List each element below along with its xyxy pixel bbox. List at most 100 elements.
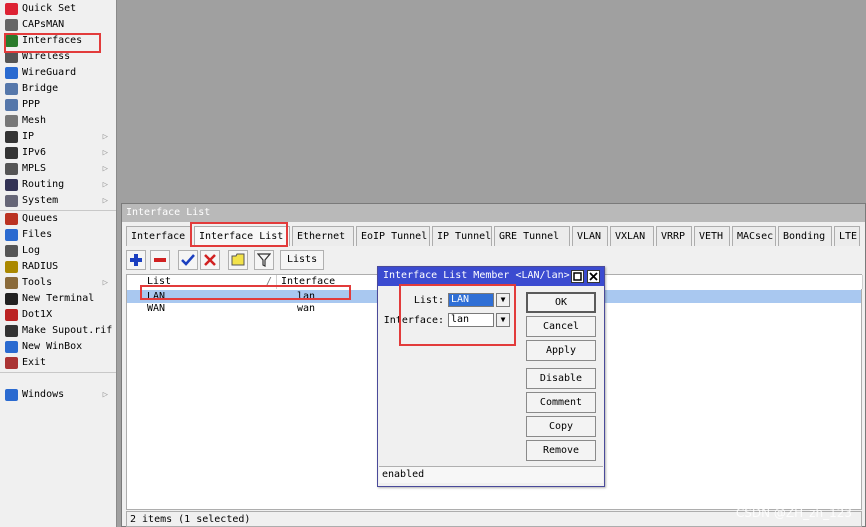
sidebar-item-label: Log bbox=[22, 245, 41, 256]
enable-button[interactable] bbox=[178, 250, 198, 270]
sidebar-separator bbox=[0, 372, 116, 373]
submenu-arrow-icon: ▷ bbox=[102, 164, 108, 174]
sidebar-item-capsman[interactable]: CAPsMAN bbox=[0, 17, 116, 33]
sidebar-item-system[interactable]: System ▷ bbox=[0, 193, 116, 209]
copy-button[interactable]: Copy bbox=[526, 416, 596, 437]
tab-macsec[interactable]: MACsec bbox=[732, 226, 776, 246]
sidebar-menu: Quick Set CAPsMAN Interfaces Wireless WireGu… bbox=[0, 0, 117, 527]
add-icon bbox=[130, 254, 142, 266]
disable-button[interactable] bbox=[200, 250, 220, 270]
log-icon bbox=[5, 245, 18, 257]
apply-button[interactable]: Apply bbox=[526, 340, 596, 361]
comment-icon bbox=[231, 253, 245, 266]
sidebar-item-dot1x[interactable]: Dot1X bbox=[0, 307, 116, 323]
list-dropdown-button[interactable]: ▼ bbox=[496, 293, 510, 307]
sidebar-item-log[interactable]: Log bbox=[0, 243, 116, 259]
wireguard-icon bbox=[5, 67, 18, 79]
sidebar-item-label: RADIUS bbox=[22, 261, 59, 272]
chevron-down-icon: ▼ bbox=[500, 295, 506, 304]
comment-button[interactable]: Comment bbox=[526, 392, 596, 413]
sidebar-item-ip[interactable]: IP ▷ bbox=[0, 129, 116, 145]
sidebar-item-mpls[interactable]: MPLS ▷ bbox=[0, 161, 116, 177]
interface-dropdown-button[interactable]: ▼ bbox=[496, 313, 510, 327]
remove-button[interactable] bbox=[150, 250, 170, 270]
tab-vrrp[interactable]: VRRP bbox=[656, 226, 692, 246]
sidebar-item-label: WireGuard bbox=[22, 67, 77, 78]
sidebar-item-make-supout-rif[interactable]: Make Supout.rif bbox=[0, 323, 116, 339]
sidebar-item-label: MPLS bbox=[22, 163, 47, 174]
submenu-arrow-icon: ▷ bbox=[102, 148, 108, 158]
tab-lte[interactable]: LTE bbox=[834, 226, 860, 246]
sidebar-item-label: Files bbox=[22, 229, 53, 240]
bridge-icon bbox=[5, 83, 18, 95]
sidebar-item-label: Exit bbox=[22, 357, 47, 368]
filter-icon bbox=[257, 253, 271, 267]
ppp-icon bbox=[5, 99, 18, 111]
column-header-list[interactable]: List / bbox=[143, 275, 277, 289]
sidebar-item-tools[interactable]: Tools ▷ bbox=[0, 275, 116, 291]
sidebar-item-mesh[interactable]: Mesh bbox=[0, 113, 116, 129]
disable-x-icon bbox=[204, 254, 216, 266]
windows-icon bbox=[5, 389, 18, 401]
close-button[interactable] bbox=[587, 270, 600, 283]
sidebar-item-exit[interactable]: Exit bbox=[0, 355, 116, 371]
tab-interface-list[interactable]: Interface List bbox=[194, 226, 290, 246]
dialog-status-bar: enabled bbox=[379, 466, 603, 483]
lists-button[interactable]: Lists bbox=[280, 250, 325, 270]
ip-icon bbox=[5, 131, 18, 143]
sidebar-item-wireguard[interactable]: WireGuard bbox=[0, 65, 116, 81]
remove-button[interactable]: Remove bbox=[526, 440, 596, 461]
sidebar-item-new-terminal[interactable]: New Terminal bbox=[0, 291, 116, 307]
tab-veth[interactable]: VETH bbox=[694, 226, 730, 246]
sidebar-item-label: CAPsMAN bbox=[22, 19, 65, 30]
window-title[interactable]: Interface List bbox=[122, 204, 865, 222]
comment-button[interactable] bbox=[228, 250, 248, 270]
tools-icon bbox=[5, 277, 18, 289]
submenu-arrow-icon: ▷ bbox=[102, 180, 108, 190]
tab-gre-tunnel[interactable]: GRE Tunnel bbox=[494, 226, 570, 246]
supout-icon bbox=[5, 325, 18, 337]
interface-list-member-dialog: Interface List Member <LAN/lan> List: LA… bbox=[377, 266, 605, 487]
tab-ip-tunnel[interactable]: IP Tunnel bbox=[432, 226, 492, 246]
tab-interface[interactable]: Interface bbox=[126, 226, 192, 246]
sidebar-item-ipv6[interactable]: IPv6 ▷ bbox=[0, 145, 116, 161]
sidebar-item-label: Mesh bbox=[22, 115, 47, 126]
sidebar-item-routing[interactable]: Routing ▷ bbox=[0, 177, 116, 193]
ok-button[interactable]: OK bbox=[526, 292, 596, 313]
list-select[interactable]: LAN bbox=[448, 293, 494, 307]
sidebar-item-radius[interactable]: RADIUS bbox=[0, 259, 116, 275]
filter-button[interactable] bbox=[254, 250, 274, 270]
tab-vlan[interactable]: VLAN bbox=[572, 226, 608, 246]
queues-icon bbox=[5, 213, 18, 225]
sidebar-item-label: IP bbox=[22, 131, 35, 142]
sidebar-item-label: Make Supout.rif bbox=[22, 325, 113, 336]
dot1x-icon bbox=[5, 309, 18, 321]
sidebar-item-bridge[interactable]: Bridge bbox=[0, 81, 116, 97]
interface-select[interactable]: lan bbox=[448, 313, 494, 327]
list-label: List: bbox=[413, 295, 444, 306]
sidebar-item-files[interactable]: Files bbox=[0, 227, 116, 243]
sort-indicator: / bbox=[265, 276, 272, 287]
tab-bonding[interactable]: Bonding bbox=[778, 226, 832, 246]
add-button[interactable] bbox=[126, 250, 146, 270]
tab-eoip-tunnel[interactable]: EoIP Tunnel bbox=[356, 226, 430, 246]
maximize-button[interactable] bbox=[571, 270, 584, 283]
sidebar-item-interfaces[interactable]: Interfaces bbox=[0, 33, 116, 49]
sidebar-item-label: Bridge bbox=[22, 83, 59, 94]
sidebar-item-label: Wireless bbox=[22, 51, 71, 62]
sidebar-item-queues[interactable]: Queues bbox=[0, 211, 116, 227]
sidebar-item-ppp[interactable]: PPP bbox=[0, 97, 116, 113]
system-icon bbox=[5, 195, 18, 207]
interface-label: Interface: bbox=[383, 315, 444, 326]
sidebar-item-windows[interactable]: Windows ▷ bbox=[0, 387, 116, 403]
sidebar-item-new-winbox[interactable]: New WinBox bbox=[0, 339, 116, 355]
sidebar-item-wireless[interactable]: Wireless bbox=[0, 49, 116, 65]
tab-vxlan[interactable]: VXLAN bbox=[610, 226, 654, 246]
cancel-button[interactable]: Cancel bbox=[526, 316, 596, 337]
disable-button[interactable]: Disable bbox=[526, 368, 596, 389]
tab-ethernet[interactable]: Ethernet bbox=[292, 226, 354, 246]
sidebar-item-quick-set[interactable]: Quick Set bbox=[0, 1, 116, 17]
exit-icon bbox=[5, 357, 18, 369]
submenu-arrow-icon: ▷ bbox=[102, 132, 108, 142]
submenu-arrow-icon: ▷ bbox=[102, 390, 108, 400]
